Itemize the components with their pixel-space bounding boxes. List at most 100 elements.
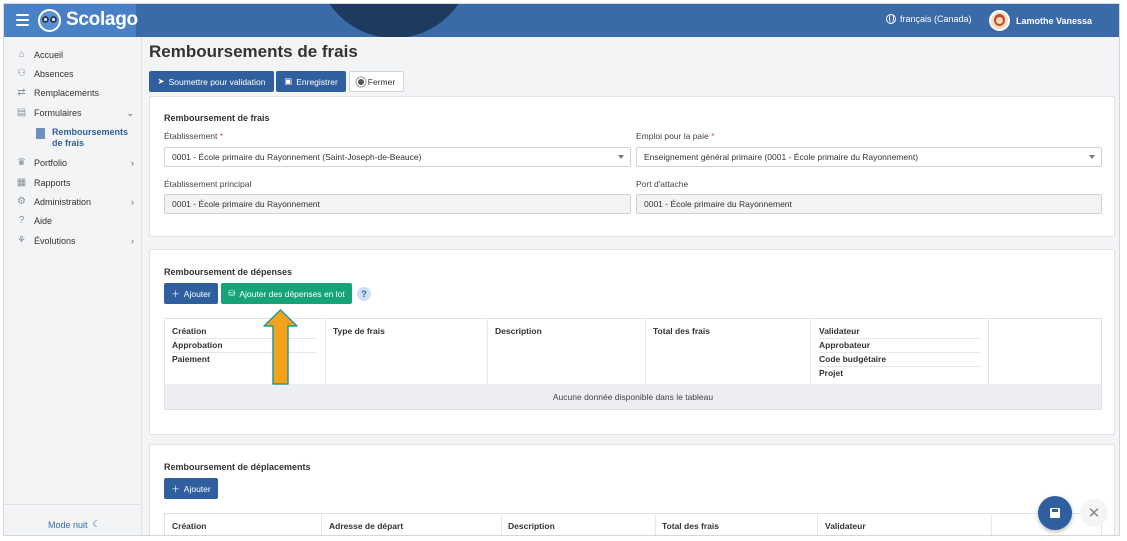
emploi-value: Enseignement général primaire (0001 - Éc… bbox=[644, 152, 919, 162]
chevron-right-icon: › bbox=[131, 158, 134, 168]
user-menu[interactable]: Lamothe Vanessa bbox=[989, 10, 1092, 31]
port-attache-value: 0001 - École primaire du Rayonnement bbox=[644, 199, 792, 209]
column-separator bbox=[645, 319, 646, 384]
decorative-shape bbox=[316, 4, 472, 37]
floating-save-button[interactable] bbox=[1038, 496, 1072, 530]
header-total-frais[interactable]: Total des frais bbox=[653, 319, 710, 338]
add-depense-button[interactable]: ＋ Ajouter bbox=[164, 283, 218, 304]
swap-icon: ⇄ bbox=[17, 87, 26, 98]
sidebar-item-label: Formulaires bbox=[34, 108, 82, 118]
emploi-select[interactable]: Enseignement général primaire (0001 - Éc… bbox=[636, 147, 1102, 167]
column-separator bbox=[817, 514, 818, 535]
depenses-section-title: Remboursement de dépenses bbox=[164, 267, 293, 277]
sidebar-item-evolutions[interactable]: ⚘ Évolutions › bbox=[16, 235, 138, 247]
report-icon: ▦ bbox=[16, 177, 27, 188]
radio-icon bbox=[357, 78, 364, 85]
stack-icon: ⛁ bbox=[228, 288, 236, 298]
empty-table-message: Aucune donnée disponible dans le tableau bbox=[165, 384, 1101, 409]
column-separator bbox=[988, 319, 989, 384]
home-icon: ⌂ bbox=[18, 49, 25, 60]
header-line: Approbateur bbox=[819, 339, 981, 353]
avatar bbox=[989, 10, 1010, 31]
sidebar-item-formulaires[interactable]: ▤ Formulaires ⌄ bbox=[16, 107, 138, 119]
caret-down-icon bbox=[618, 155, 624, 159]
language-selector[interactable]: français (Canada) bbox=[886, 14, 972, 24]
sidebar-item-administration[interactable]: ⚙ Administration › bbox=[16, 196, 138, 208]
night-mode-toggle[interactable]: Mode nuit ☾ bbox=[48, 519, 101, 530]
gear-icon: ⚙ bbox=[17, 196, 26, 207]
column-separator bbox=[810, 319, 811, 384]
help-icon[interactable]: ? bbox=[357, 287, 371, 301]
close-icon: ✕ bbox=[1087, 505, 1101, 522]
sprout-icon: ⚘ bbox=[17, 235, 26, 246]
form-section-title: Remboursement de frais bbox=[164, 113, 270, 123]
deplacements-table: Création Adresse de départ Description T… bbox=[164, 513, 1102, 535]
deplacements-card: Remboursement de déplacements ＋ Ajouter … bbox=[149, 444, 1115, 535]
sidebar-subitem-label: Remboursements de frais bbox=[52, 127, 128, 149]
emploi-label: Emploi pour la paie * bbox=[636, 131, 714, 141]
submit-label: Soumettre pour validation bbox=[168, 76, 266, 87]
night-mode-label: Mode nuit bbox=[48, 519, 88, 530]
add-depense-label: Ajouter bbox=[183, 288, 211, 299]
menu-icon[interactable] bbox=[16, 14, 29, 26]
required-mark: * bbox=[711, 131, 715, 141]
header-adresse-depart[interactable]: Adresse de départ bbox=[329, 514, 403, 533]
required-mark: * bbox=[219, 131, 224, 141]
etablissement-label: Établissement * bbox=[164, 131, 223, 141]
users-icon: ⚇ bbox=[17, 68, 26, 79]
page-title: Remboursements de frais bbox=[149, 42, 358, 61]
owl-logo-icon bbox=[38, 9, 61, 32]
chevron-right-icon: › bbox=[131, 197, 134, 207]
trophy-icon: ♛ bbox=[17, 157, 26, 168]
etablissement-value: 0001 - École primaire du Rayonnement (Sa… bbox=[172, 152, 422, 162]
header-line: Code budgétaire bbox=[819, 353, 981, 367]
subitem-line2: de frais bbox=[52, 138, 85, 148]
header-creation[interactable]: Création bbox=[172, 514, 206, 533]
port-attache-label: Port d'attache bbox=[636, 179, 689, 189]
deplacements-section-title: Remboursement de déplacements bbox=[164, 462, 311, 472]
moon-icon: ☾ bbox=[92, 519, 101, 529]
plus-icon: ＋ bbox=[171, 483, 180, 494]
header-total-frais[interactable]: Total des frais bbox=[662, 514, 719, 533]
etab-principal-label: Établissement principal bbox=[164, 179, 252, 189]
add-batch-depenses-button[interactable]: ⛁ Ajouter des dépenses en lot bbox=[221, 283, 352, 304]
header-line: Validateur bbox=[819, 325, 981, 339]
etablissement-select[interactable]: 0001 - École primaire du Rayonnement (Sa… bbox=[164, 147, 631, 167]
sidebar-item-rapports[interactable]: ▦ Rapports bbox=[16, 177, 138, 189]
add-deplacement-button[interactable]: ＋ Ajouter bbox=[164, 478, 218, 499]
column-separator bbox=[991, 514, 992, 535]
sidebar-subitem-remboursements[interactable]: Remboursements de frais bbox=[36, 127, 128, 149]
sidebar-item-label: Administration bbox=[34, 197, 92, 207]
app-window: Scolago français (Canada) Lamothe Vaness… bbox=[3, 3, 1120, 536]
sidebar-item-aide[interactable]: ? Aide bbox=[16, 216, 138, 227]
floppy-icon bbox=[1050, 508, 1060, 518]
sidebar-item-absences[interactable]: ⚇ Absences bbox=[16, 68, 138, 80]
language-label: français (Canada) bbox=[900, 14, 972, 24]
submit-button[interactable]: ➤ Soumettre pour validation bbox=[149, 71, 274, 92]
sidebar-item-portfolio[interactable]: ♛ Portfolio › bbox=[16, 157, 138, 169]
emploi-label-text: Emploi pour la paie bbox=[636, 131, 709, 141]
top-bar: Scolago français (Canada) Lamothe Vaness… bbox=[4, 4, 1119, 37]
annotation-arrow-icon bbox=[263, 309, 298, 385]
chevron-right-icon: › bbox=[131, 236, 134, 246]
floppy-icon: ▣ bbox=[284, 76, 293, 86]
column-separator bbox=[325, 319, 326, 384]
sidebar-item-label: Aide bbox=[34, 216, 53, 226]
close-button[interactable]: Fermer bbox=[349, 71, 404, 92]
header-description[interactable]: Description bbox=[495, 319, 542, 338]
header-validateur[interactable]: Validateur Approbateur Code budgétaire P… bbox=[819, 319, 981, 380]
header-type-frais[interactable]: Type de frais bbox=[333, 319, 385, 338]
save-button[interactable]: ▣ Enregistrer bbox=[276, 71, 346, 92]
form-icon: ▤ bbox=[16, 107, 27, 118]
header-description[interactable]: Description bbox=[508, 514, 555, 533]
sidebar-divider bbox=[4, 504, 141, 505]
header-validateur[interactable]: Validateur bbox=[825, 514, 866, 533]
sidebar-item-remplacements[interactable]: ⇄ Remplacements bbox=[16, 87, 138, 99]
etab-principal-value: 0001 - École primaire du Rayonnement bbox=[172, 199, 320, 209]
sidebar-item-label: Portfolio bbox=[34, 158, 68, 168]
user-name: Lamothe Vanessa bbox=[1016, 15, 1093, 26]
column-separator bbox=[655, 514, 656, 535]
floating-close-button[interactable]: ✕ bbox=[1080, 499, 1108, 527]
sidebar-item-accueil[interactable]: ⌂ Accueil bbox=[16, 49, 138, 61]
header-line: Projet bbox=[819, 368, 844, 378]
